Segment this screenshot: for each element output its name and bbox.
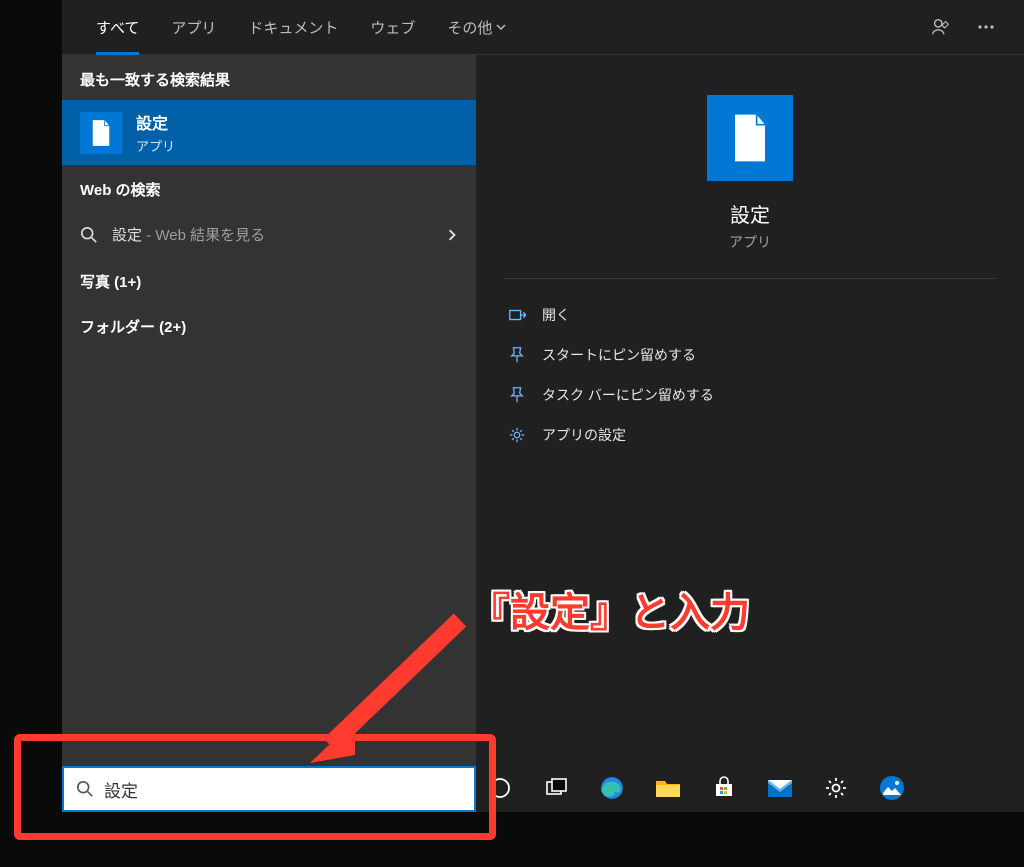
taskbar-cortana-icon[interactable] bbox=[486, 774, 514, 802]
search-results-panel: すべて アプリ ドキュメント ウェブ その他 最も一致する検索結果 bbox=[62, 0, 1024, 812]
search-icon bbox=[80, 226, 98, 244]
taskbar-store-icon[interactable] bbox=[710, 774, 738, 802]
taskbar-taskview-icon[interactable] bbox=[542, 774, 570, 802]
pin-icon bbox=[508, 346, 526, 364]
search-icon bbox=[76, 780, 94, 798]
tab-all[interactable]: すべて bbox=[80, 0, 155, 55]
search-input[interactable] bbox=[104, 779, 462, 799]
taskbar-edge-icon[interactable] bbox=[598, 774, 626, 802]
web-search-item[interactable]: 設定 - Web 結果を見る bbox=[62, 210, 476, 259]
action-pin-start[interactable]: スタートにピン留めする bbox=[504, 335, 996, 375]
web-search-header: Web の検索 bbox=[62, 165, 476, 210]
action-pin-taskbar[interactable]: タスク バーにピン留めする bbox=[504, 375, 996, 415]
taskbar-mail-icon[interactable] bbox=[766, 774, 794, 802]
tab-documents[interactable]: ドキュメント bbox=[232, 0, 354, 55]
preview-subtitle: アプリ bbox=[729, 232, 771, 252]
tab-web[interactable]: ウェブ bbox=[354, 0, 431, 55]
chevron-right-icon bbox=[446, 229, 458, 241]
best-match-subtitle: アプリ bbox=[136, 136, 175, 155]
pin-icon bbox=[508, 386, 526, 404]
search-input-box[interactable] bbox=[62, 766, 476, 812]
action-app-settings[interactable]: アプリの設定 bbox=[504, 415, 996, 455]
gear-icon bbox=[508, 426, 526, 444]
taskbar bbox=[476, 764, 1024, 812]
results-list: 最も一致する検索結果 設定 アプリ Web の検索 設定 - Web 結 bbox=[62, 55, 476, 812]
feedback-icon[interactable] bbox=[930, 16, 952, 38]
best-match-header: 最も一致する検索結果 bbox=[62, 55, 476, 100]
action-open[interactable]: 開く bbox=[504, 295, 996, 335]
taskbar-explorer-icon[interactable] bbox=[654, 774, 682, 802]
best-match-title: 設定 bbox=[136, 110, 175, 134]
taskbar-settings-icon[interactable] bbox=[822, 774, 850, 802]
search-filter-tabs: すべて アプリ ドキュメント ウェブ その他 bbox=[62, 0, 1024, 55]
app-icon bbox=[80, 112, 122, 154]
web-search-label: 設定 - Web 結果を見る bbox=[112, 224, 265, 245]
preview-pane: 設定 アプリ 開く スタートにピン留めする bbox=[476, 55, 1024, 812]
best-match-item[interactable]: 設定 アプリ bbox=[62, 100, 476, 165]
more-options-icon[interactable] bbox=[976, 17, 996, 37]
category-folders[interactable]: フォルダー (2+) bbox=[62, 304, 476, 349]
chevron-down-icon bbox=[496, 22, 506, 32]
category-photos[interactable]: 写真 (1+) bbox=[62, 259, 476, 304]
tab-apps[interactable]: アプリ bbox=[155, 0, 232, 55]
tab-more[interactable]: その他 bbox=[431, 0, 522, 55]
taskbar-photos-icon[interactable] bbox=[878, 774, 906, 802]
preview-title: 設定 bbox=[730, 199, 770, 228]
annotation-text: 『設定』と入力 bbox=[470, 580, 750, 638]
preview-app-icon bbox=[707, 95, 793, 181]
open-icon bbox=[508, 306, 526, 324]
